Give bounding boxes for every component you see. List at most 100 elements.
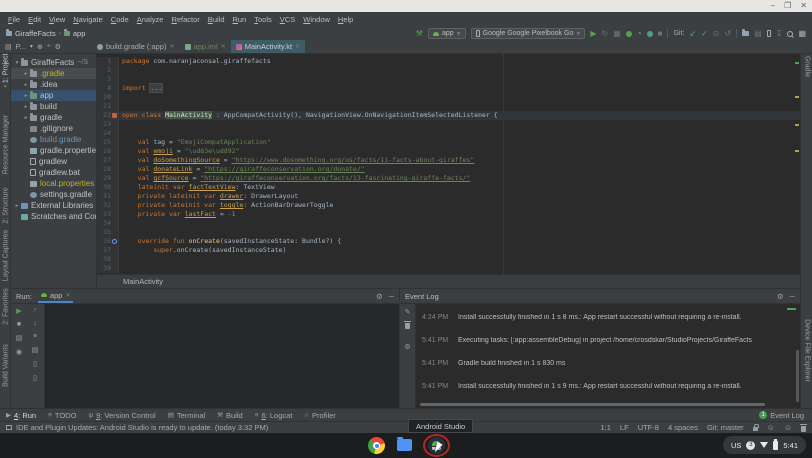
menu-vcs[interactable]: VCS bbox=[276, 13, 299, 26]
collapse-all-button[interactable]: ÷ bbox=[47, 43, 51, 50]
clear-button[interactable]: ▯ bbox=[33, 374, 37, 382]
file-encoding[interactable]: UTF-8 bbox=[638, 423, 659, 432]
tree-item-gitignore[interactable]: .gitignore bbox=[11, 123, 96, 134]
line-number[interactable]: 22 bbox=[97, 111, 119, 120]
toolwindow-button-6-logcat[interactable]: ≡6: Logcat bbox=[255, 411, 293, 420]
tree-item-build[interactable]: ▸build bbox=[11, 101, 96, 112]
line-number[interactable]: 1 bbox=[97, 57, 119, 66]
tree-item-idea[interactable]: ▸.idea bbox=[11, 79, 96, 90]
code-line[interactable]: 27 val doSomethingSource = "https://www.… bbox=[97, 156, 800, 165]
toolstrip-device-file-explorer[interactable]: Device File Explorer bbox=[804, 291, 811, 411]
code-line[interactable]: 30 lateinit var factTextView: TextView bbox=[97, 183, 800, 192]
toolwindow-button-todo[interactable]: ≡TODO bbox=[48, 411, 76, 420]
device-select[interactable]: Google Google Pixelbook Go ▾ bbox=[471, 28, 586, 39]
code-line[interactable]: 4import ... bbox=[97, 84, 800, 93]
run-minimize-icon[interactable]: ─ bbox=[389, 292, 394, 301]
feedback-smiley-icon[interactable]: ☺ bbox=[784, 424, 792, 432]
tree-item-local-properties[interactable]: local.properties bbox=[11, 178, 96, 189]
feedback-smiley-icon[interactable]: ☺ bbox=[767, 424, 775, 432]
line-number[interactable]: 38 bbox=[97, 255, 119, 264]
edit-icon[interactable]: ✎ bbox=[405, 308, 411, 316]
run-config-select[interactable]: app ▾ bbox=[428, 28, 466, 39]
code-line[interactable]: 32 private lateinit var toggle: ActionBa… bbox=[97, 201, 800, 210]
line-number[interactable]: 35 bbox=[97, 228, 119, 237]
stop-button[interactable]: ■ bbox=[17, 321, 21, 328]
code-line[interactable]: 35 bbox=[97, 228, 800, 237]
code-line[interactable]: 20 bbox=[97, 93, 800, 102]
editor-breadcrumb[interactable]: MainActivity bbox=[123, 277, 163, 286]
code-line[interactable]: 21 bbox=[97, 102, 800, 111]
code-line[interactable]: 26 val emoji = "\ud83e\udd92" bbox=[97, 147, 800, 156]
line-number[interactable]: 2 bbox=[97, 66, 119, 75]
print-button[interactable]: ▯ bbox=[33, 360, 37, 368]
toolwindow-button-build[interactable]: ⚒Build bbox=[217, 411, 243, 420]
tree-item-app[interactable]: ▸app bbox=[11, 90, 96, 101]
vertical-scrollbar[interactable] bbox=[796, 350, 799, 402]
event-log-settings-gear-icon[interactable]: ⚙ bbox=[777, 292, 784, 301]
line-number[interactable]: 20 bbox=[97, 93, 119, 102]
tree-right-arrow-icon[interactable]: ▸ bbox=[13, 203, 21, 209]
line-number[interactable]: 25 bbox=[97, 138, 119, 147]
code-line[interactable]: 34 bbox=[97, 219, 800, 228]
code-line[interactable]: 37 super.onCreate(savedInstanceState) bbox=[97, 246, 800, 255]
horizontal-scrollbar[interactable] bbox=[420, 403, 765, 406]
code-line[interactable]: 36 override fun onCreate(savedInstanceSt… bbox=[97, 237, 800, 246]
locate-file-button[interactable]: ⊕ bbox=[37, 43, 43, 51]
stop-button[interactable]: ■ bbox=[658, 30, 663, 38]
menu-view[interactable]: View bbox=[45, 13, 69, 26]
readonly-lock-icon[interactable] bbox=[753, 427, 758, 431]
line-number[interactable]: 31 bbox=[97, 192, 119, 201]
search-everywhere-button[interactable] bbox=[787, 31, 793, 37]
code-line[interactable]: 2 bbox=[97, 66, 800, 75]
code-line[interactable]: 25 val tag = "EmojiCompatApplication" bbox=[97, 138, 800, 147]
menu-code[interactable]: Code bbox=[107, 13, 133, 26]
line-number[interactable]: 26 bbox=[97, 147, 119, 156]
sdk-manager-button[interactable]: ↧ bbox=[776, 30, 783, 38]
emulator-button[interactable]: ▤ bbox=[754, 30, 762, 38]
git-update-button[interactable]: ↙ bbox=[689, 30, 696, 38]
up-stack-button[interactable]: ↑ bbox=[33, 307, 37, 314]
caret-position[interactable]: 1:1 bbox=[600, 423, 610, 432]
profile-button[interactable]: ◔ bbox=[637, 30, 642, 38]
project-structure-button[interactable] bbox=[742, 31, 749, 36]
status-message[interactable]: IDE and Plugin Updates: Android Studio i… bbox=[16, 423, 268, 432]
toolwindow-button-terminal[interactable]: ▤Terminal bbox=[168, 411, 206, 420]
menu-edit[interactable]: Edit bbox=[24, 13, 45, 26]
event-log-minimize-icon[interactable]: ─ bbox=[790, 292, 795, 301]
editor-tab-build-gradle-app[interactable]: build.gradle (:app)✕ bbox=[92, 40, 180, 53]
tree-item-gradle[interactable]: ▸gradle bbox=[11, 112, 96, 123]
line-number[interactable]: 24 bbox=[97, 129, 119, 138]
toolwindow-button-4-run[interactable]: ▶4: Run bbox=[6, 411, 36, 420]
close-tab-icon[interactable]: ✕ bbox=[221, 43, 226, 50]
git-commit-button[interactable]: ✓ bbox=[701, 30, 708, 38]
toolstrip-gradle[interactable]: Gradle bbox=[804, 7, 811, 127]
status-window-icon[interactable] bbox=[6, 425, 12, 430]
line-number[interactable]: 27 bbox=[97, 156, 119, 165]
tree-right-arrow-icon[interactable]: ▸ bbox=[22, 115, 30, 121]
line-number[interactable]: 39 bbox=[97, 264, 119, 273]
log-settings-wrench-icon[interactable]: ⚙ bbox=[404, 343, 410, 351]
device-manager-button[interactable] bbox=[767, 30, 771, 37]
git-branch[interactable]: Git: master bbox=[707, 423, 744, 432]
tree-item-external-libraries[interactable]: ▸External Libraries bbox=[11, 200, 96, 211]
close-icon[interactable]: ✕ bbox=[65, 292, 70, 299]
debug-button[interactable] bbox=[626, 31, 632, 37]
pane-settings-button[interactable]: ⚙ bbox=[55, 43, 61, 51]
line-number[interactable]: 32 bbox=[97, 201, 119, 210]
toolwindow-button-profiler[interactable]: ∩Profiler bbox=[304, 411, 335, 420]
editor-tab-mainactivity-kt[interactable]: MainActivity.kt✕ bbox=[231, 40, 305, 53]
breadcrumb-project[interactable]: GiraffeFacts bbox=[15, 29, 56, 38]
tree-item-gradle[interactable]: ▸.gradle bbox=[11, 68, 96, 79]
menu-build[interactable]: Build bbox=[204, 13, 229, 26]
line-number[interactable]: 23 bbox=[97, 120, 119, 129]
menu-run[interactable]: Run bbox=[229, 13, 251, 26]
menu-refactor[interactable]: Refactor bbox=[167, 13, 203, 26]
tree-right-arrow-icon[interactable]: ▸ bbox=[22, 104, 30, 110]
code-line[interactable]: 22open class MainActivity : AppCompatAct… bbox=[97, 111, 800, 120]
code-line[interactable]: 33 private var lastFact = -1 bbox=[97, 210, 800, 219]
tree-down-arrow-icon[interactable]: ▾ bbox=[13, 60, 21, 66]
system-tray[interactable]: US 3 5:41 bbox=[723, 436, 806, 454]
code-line[interactable]: 28 val donateLink = "https://giraffecons… bbox=[97, 165, 800, 174]
menu-help[interactable]: Help bbox=[334, 13, 357, 26]
soft-wrap-button[interactable]: ≡ bbox=[33, 333, 37, 340]
